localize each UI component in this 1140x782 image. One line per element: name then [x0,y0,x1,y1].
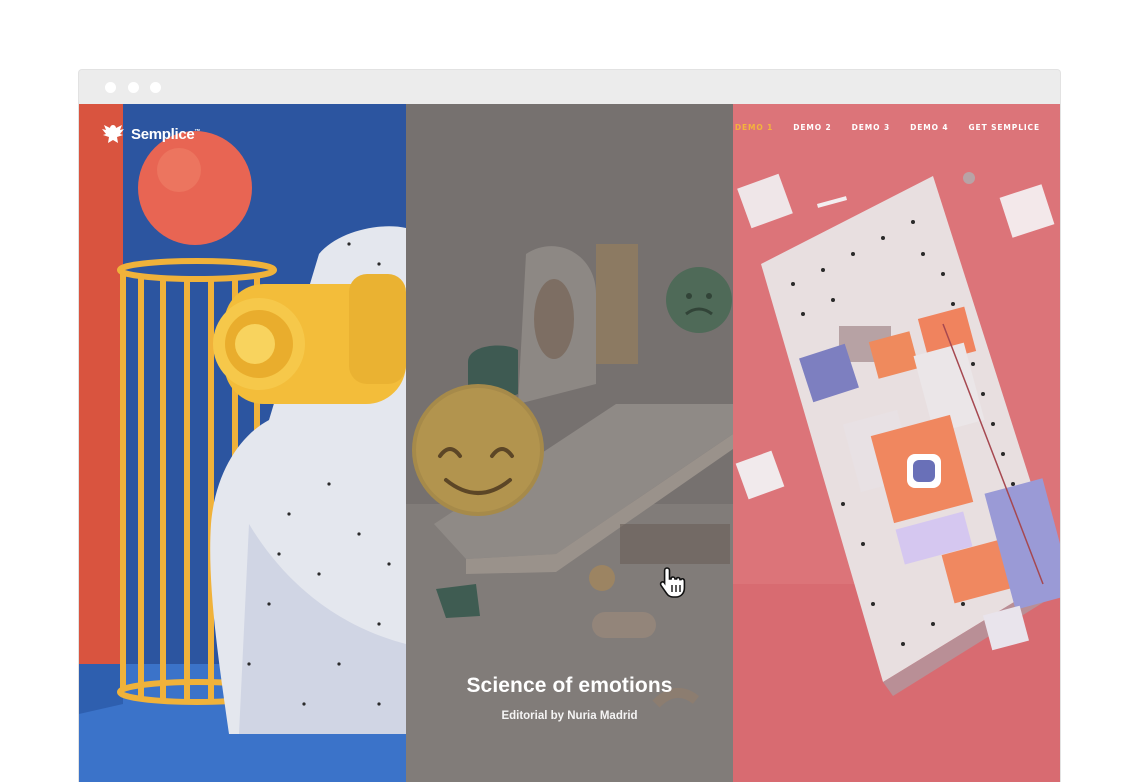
main-nav: DEMO 1 DEMO 2 DEMO 3 DEMO 4 GET SEMPLICE [735,123,1040,132]
project-title[interactable]: Science of emotions [406,674,733,698]
nav-demo-4[interactable]: DEMO 4 [910,123,948,132]
project-tile-3[interactable]: DEMO 1 DEMO 2 DEMO 3 DEMO 4 GET SEMPLICE [733,104,1060,782]
nav-demo-1[interactable]: DEMO 1 [735,123,773,132]
nav-demo-2[interactable]: DEMO 2 [793,123,831,132]
window-control-maximize[interactable] [150,82,161,93]
browser-window: Semplice™ Science of emotions Editorial … [79,70,1060,782]
pegboard-artwork [733,104,1060,782]
project-tile-2[interactable]: Science of emotions Editorial by Nuria M… [406,104,733,782]
hand-binoculars-artwork [79,104,406,782]
site-logo[interactable]: Semplice™ [101,122,200,146]
eagle-logo-icon [102,125,124,143]
page-viewport: Semplice™ Science of emotions Editorial … [79,104,1060,782]
nav-demo-3[interactable]: DEMO 3 [852,123,890,132]
project-tile-1[interactable]: Semplice™ [79,104,406,782]
logo-wordmark: Semplice™ [131,125,201,143]
nav-get-semplice[interactable]: GET SEMPLICE [969,123,1041,132]
browser-toolbar [79,70,1060,104]
window-control-minimize[interactable] [128,82,139,93]
project-subtitle: Editorial by Nuria Madrid [501,710,638,722]
window-control-close[interactable] [105,82,116,93]
hand-pointer-icon [659,567,686,598]
